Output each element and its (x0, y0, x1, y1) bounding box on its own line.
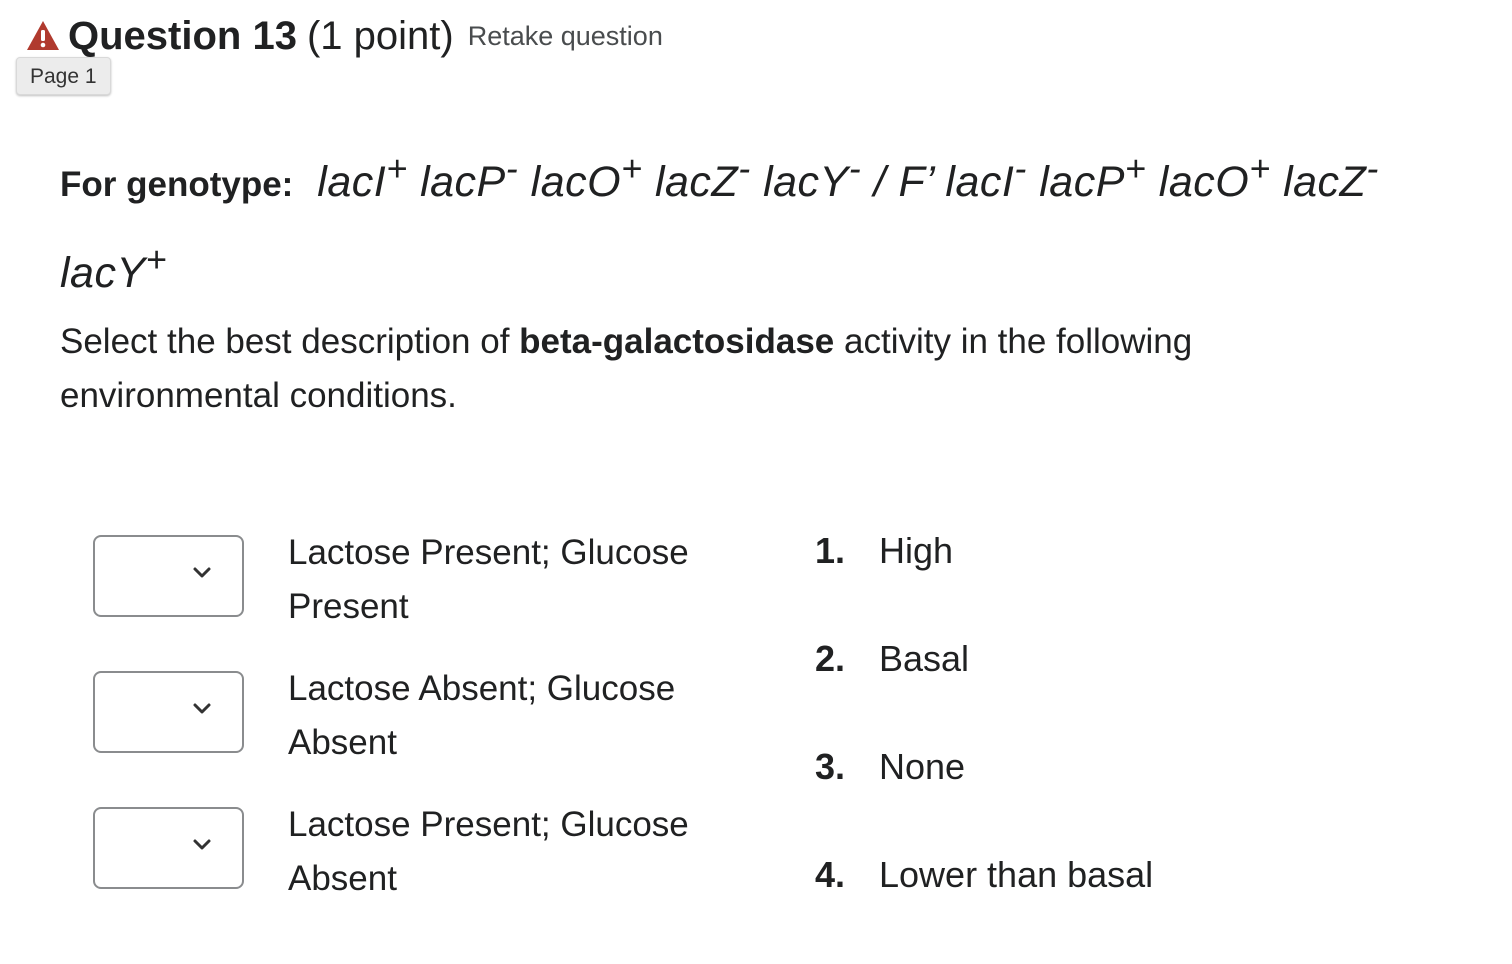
prompt-emphasis: beta-galactosidase (519, 322, 835, 361)
genotype-statement: For genotype: lacI+ lacP- lacO+ lacZ- la… (60, 132, 1480, 311)
genotype-label: For genotype: (60, 165, 294, 205)
question-title: Question 13 (68, 13, 297, 58)
choice-item: 4. Lower than basal (815, 854, 1154, 895)
choice-item: 2. Basal (815, 638, 970, 679)
match-select[interactable] (93, 807, 244, 889)
chevron-down-icon (193, 839, 211, 850)
match-select[interactable] (93, 535, 244, 617)
match-select[interactable] (93, 671, 244, 753)
warning-icon (27, 21, 59, 50)
condition-label: Lactose Absent; Glucose Absent (288, 669, 676, 762)
retake-question-link[interactable]: Retake question (468, 21, 663, 52)
condition-label: Lactose Present; Glucose Present (288, 533, 689, 626)
chevron-down-icon (193, 567, 211, 578)
choice-item: 3. None (815, 746, 966, 787)
page-badge: Page 1 (16, 57, 111, 95)
chevron-down-icon (193, 703, 211, 714)
question-header: Question 13 (1 point) Retake question (26, 12, 663, 60)
choice-item: 1. High (815, 530, 954, 571)
question-prompt: Select the best description of beta-gala… (60, 322, 1193, 415)
condition-label: Lactose Present; Glucose Absent (288, 805, 689, 898)
question-points: (1 point) (306, 13, 454, 58)
